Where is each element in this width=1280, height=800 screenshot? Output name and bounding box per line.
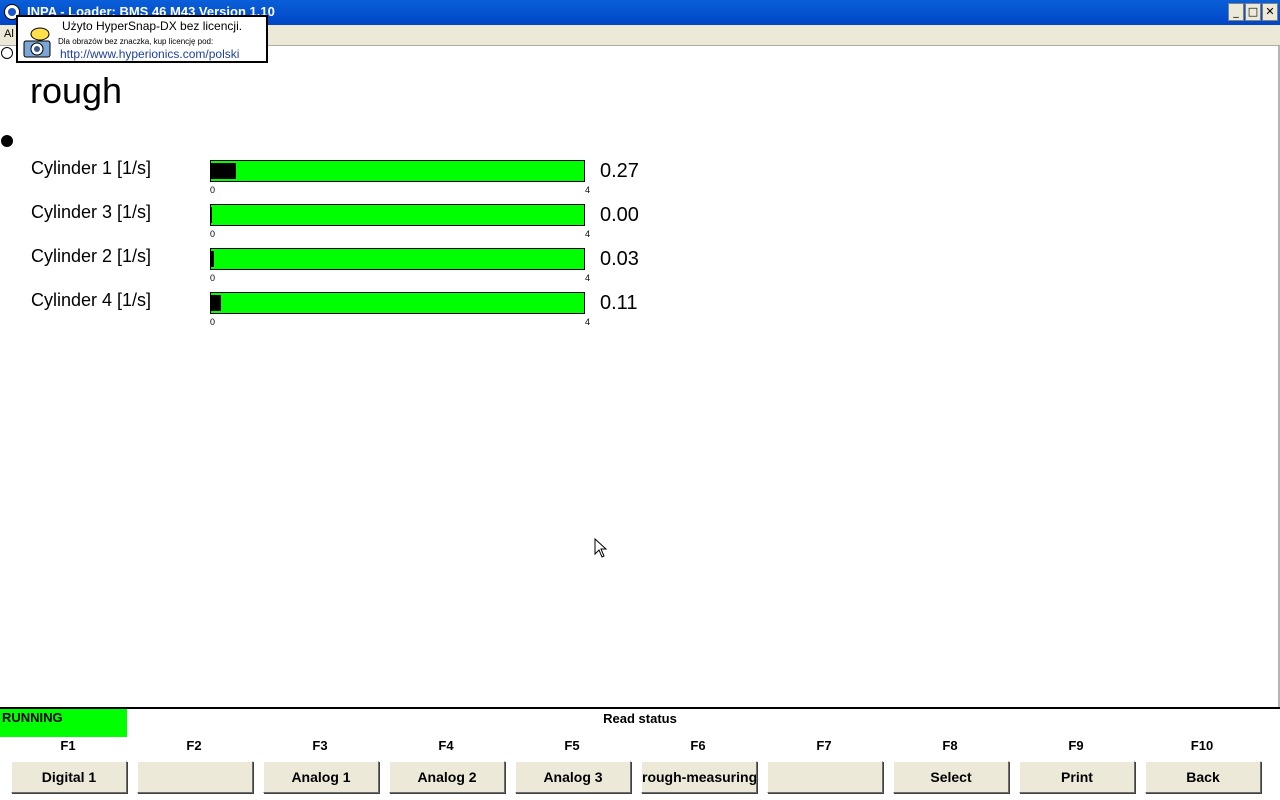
- measurement-row-cylinder-1: Cylinder 1 [1/s] 0 4 0.27: [0, 158, 700, 202]
- print-button[interactable]: Print: [1019, 761, 1135, 793]
- measurement-value: 0.03: [600, 248, 639, 270]
- measurement-label: Cylinder 4 [1/s]: [31, 290, 152, 310]
- main-content: rough Cylinder 1 [1/s] 0 4 0.27 Cylinder…: [0, 46, 1280, 707]
- bar-max-tick: 4: [585, 185, 591, 195]
- measurement-label: Cylinder 1 [1/s]: [31, 158, 152, 178]
- measurement-bar-fill: [211, 207, 212, 223]
- fkey-label-f1: F1: [60, 738, 76, 753]
- fkey-label-f7: F7: [816, 738, 832, 753]
- minimize-button[interactable]: _: [1228, 3, 1244, 21]
- fkey-label-f3: F3: [312, 738, 328, 753]
- mouse-cursor-icon: [594, 538, 608, 558]
- fkey-label-f9: F9: [1068, 738, 1084, 753]
- fkey-label-f5: F5: [564, 738, 580, 753]
- bar-max-tick: 4: [585, 317, 591, 327]
- digital-1-button[interactable]: Digital 1: [11, 761, 127, 793]
- measurement-label: Cylinder 2 [1/s]: [31, 246, 152, 266]
- radio-indicator-empty: [1, 47, 13, 59]
- back-button[interactable]: Back: [1145, 761, 1261, 793]
- fkey-label-f8: F8: [942, 738, 958, 753]
- bar-min-tick: 0: [210, 273, 216, 283]
- select-button[interactable]: Select: [893, 761, 1009, 793]
- measurement-value: 0.00: [600, 204, 639, 226]
- bar-min-tick: 0: [210, 185, 216, 195]
- f7-button[interactable]: [767, 761, 883, 793]
- measurement-label: Cylinder 3 [1/s]: [31, 202, 152, 222]
- f2-button[interactable]: [137, 761, 253, 793]
- status-panel: Read status RUNNING F1 F2 F3 F4 F5 F6 F7…: [0, 707, 1280, 800]
- rough-measuring-button[interactable]: rough-measuring: [641, 761, 757, 793]
- camera-icon: [23, 27, 51, 58]
- measurement-value: 0.27: [600, 160, 639, 182]
- measurement-bar: [210, 248, 585, 270]
- radio-indicator-filled: [1, 135, 13, 147]
- watermark-link[interactable]: http://www.hyperionics.com/polski: [60, 47, 239, 61]
- status-running-badge: RUNNING: [0, 709, 127, 737]
- fkey-label-f10: F10: [1190, 738, 1214, 753]
- analog-1-button[interactable]: Analog 1: [263, 761, 379, 793]
- bar-min-tick: 0: [210, 317, 216, 327]
- fkey-label-f2: F2: [186, 738, 202, 753]
- hypersnap-watermark: Użyto HyperSnap-DX bez licencji. Dla obr…: [16, 15, 268, 63]
- measurement-row-cylinder-3: Cylinder 3 [1/s] 0 4 0.00: [0, 202, 700, 246]
- analog-2-button[interactable]: Analog 2: [389, 761, 505, 793]
- status-message: Read status: [603, 711, 677, 726]
- bar-min-tick: 0: [210, 229, 216, 239]
- measurement-bar: [210, 204, 585, 226]
- fkey-label-f6: F6: [690, 738, 706, 753]
- measurement-value: 0.11: [600, 292, 638, 314]
- close-button[interactable]: ✕: [1262, 3, 1278, 21]
- watermark-line-1: Użyto HyperSnap-DX bez licencji.: [62, 19, 243, 33]
- measurement-bar: [210, 292, 585, 314]
- maximize-button[interactable]: □: [1245, 3, 1261, 21]
- measurement-bar-fill: [211, 295, 222, 311]
- bar-max-tick: 4: [585, 229, 591, 239]
- measurement-bar-fill: [211, 251, 214, 267]
- analog-3-button[interactable]: Analog 3: [515, 761, 631, 793]
- measurement-bar: [210, 160, 585, 182]
- measurement-row-cylinder-4: Cylinder 4 [1/s] 0 4 0.11: [0, 290, 700, 334]
- measurement-row-cylinder-2: Cylinder 2 [1/s] 0 4 0.03: [0, 246, 700, 290]
- bar-max-tick: 4: [585, 273, 591, 283]
- measurement-bar-fill: [211, 163, 237, 179]
- page-heading: rough: [30, 70, 123, 111]
- menu-item-first[interactable]: Al: [4, 28, 14, 40]
- fkey-label-f4: F4: [438, 738, 454, 753]
- watermark-line-2: Dla obrazów bez znaczka, kup licencję po…: [58, 37, 214, 46]
